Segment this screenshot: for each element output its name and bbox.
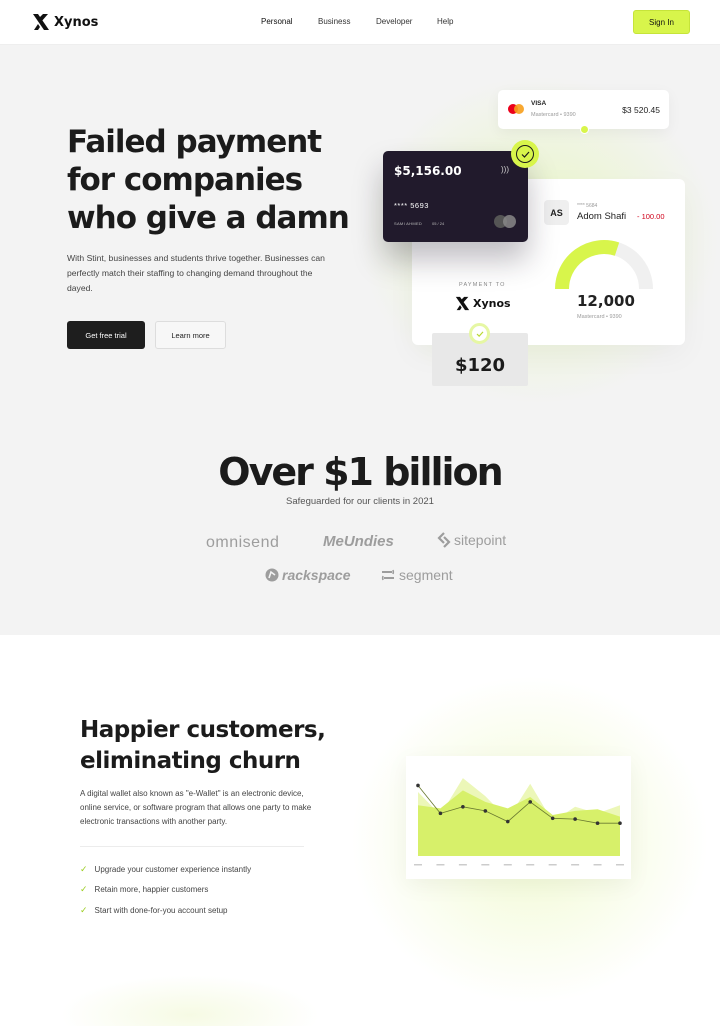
payee-logo: Xynos [455,295,511,312]
trend-point [550,816,555,821]
panel-user-name: Adom Shafi [577,211,627,222]
x-tick-label [526,864,535,866]
section-title: Happier customers, eliminating churn [80,717,326,774]
client-logo-omnisend: omnisend [206,534,280,551]
x-tick-label [593,864,602,866]
visa-label: VISA [531,100,547,107]
panel-total: 12,000 [577,292,635,310]
card-holder: SAMI AHMED [394,221,423,226]
client-logo-sitepoint: sitepoint [437,532,506,548]
check-icon: ✓ [80,884,88,894]
x-tick-label [548,864,557,866]
visa-amount: $3 520.45 [622,105,660,115]
stats-subtitle: Safeguarded for our clients in 2021 [286,496,434,507]
client-logo-meundies: MeUndies [323,533,394,550]
credit-card: $5,156.00 ))) **** 5693 SAMI AHMED 05 / … [383,151,528,242]
payee-name: Xynos [473,297,511,310]
nav-link-developer[interactable]: Developer [376,17,412,26]
section-description: A digital wallet also known as "e-Wallet… [80,789,312,826]
x-tick-label [503,864,512,866]
hero-title: Failed payment for companies who give a … [67,124,350,236]
visa-sub: Mastercard • 9390 [531,112,576,118]
trend-point [483,809,488,813]
area-chart [414,778,624,866]
churn-section: Happier customers, eliminating churn A d… [0,635,720,1026]
verified-check-icon [511,140,539,168]
analytics-chart-card [406,756,631,879]
hero-section: Failed payment for companies who give a … [0,45,720,635]
x-tick-label [458,864,467,866]
trend-point [438,811,443,816]
trend-point [461,805,465,809]
nav-link-business[interactable]: Business [318,17,350,26]
card-network-icon [494,215,516,228]
x-tick-label [414,864,422,866]
x-tick-label [436,864,445,866]
divider [80,846,304,847]
feature-text: Retain more, happier customers [94,885,209,894]
feature-item: ✓ Retain more, happier customers [80,884,208,895]
feature-text: Start with done-for-you account setup [94,906,228,915]
trend-point [505,819,510,824]
learn-more-button[interactable]: Learn more [155,321,226,349]
get-free-trial-button[interactable]: Get free trial [67,321,145,349]
small-check-icon [580,125,589,134]
check-icon [469,323,490,344]
area-series-1 [418,790,620,856]
top-nav: Xynos Personal Business Developer Help S… [0,0,720,45]
gauge-chart [555,240,653,290]
check-icon: ✓ [80,905,88,915]
card-balance: $5,156.00 [394,164,462,178]
feature-item: ✓ Upgrade your customer experience insta… [80,864,251,875]
trend-point [618,821,622,825]
x-tick-label [616,864,624,866]
trend-point [416,783,420,788]
brand-name: Xynos [54,14,99,30]
brand-logo[interactable]: Xynos [32,12,98,32]
sitepoint-icon [437,532,451,548]
check-icon: ✓ [80,864,88,874]
x-tick-label [481,864,490,866]
client-logo-rackspace: rackspace [265,567,351,583]
panel-card-number: **** 5684 [577,203,598,209]
trend-point [595,821,600,825]
visa-notification: VISA Mastercard • 9390 $3 520.45 [498,90,669,129]
sign-in-button[interactable]: Sign In [633,10,690,34]
xynos-logo-icon [455,296,470,311]
feature-text: Upgrade your customer experience instant… [94,865,252,874]
gauge-fill [555,240,620,290]
hero-description: With Stint, businesses and students thri… [67,253,325,293]
trend-point [573,817,577,821]
contactless-icon: ))) [501,165,509,174]
nav-link-personal[interactable]: Personal [261,17,293,26]
segment-icon [381,569,395,581]
bottom-glow [60,975,320,1026]
panel-delta: - 100.00 [637,212,665,221]
client-logo-segment: segment [380,567,453,583]
trend-point [528,800,533,804]
amount-value: $120 [454,355,506,376]
feature-item: ✓ Start with done-for-you account setup [80,905,228,916]
xynos-logo-icon [33,14,49,30]
x-tick-label [571,864,580,866]
rackspace-icon [265,568,279,582]
panel-total-sub: Mastercard • 9390 [577,314,622,320]
payment-to-label: PAYMENT TO [459,282,506,288]
card-expiry: 05 / 24 [432,221,445,226]
avatar: AS [544,200,569,225]
stats-headline: Over $1 billion [218,450,503,494]
card-number: **** 5693 [394,201,429,210]
nav-link-help[interactable]: Help [437,17,453,26]
mastercard-icon [508,104,524,114]
